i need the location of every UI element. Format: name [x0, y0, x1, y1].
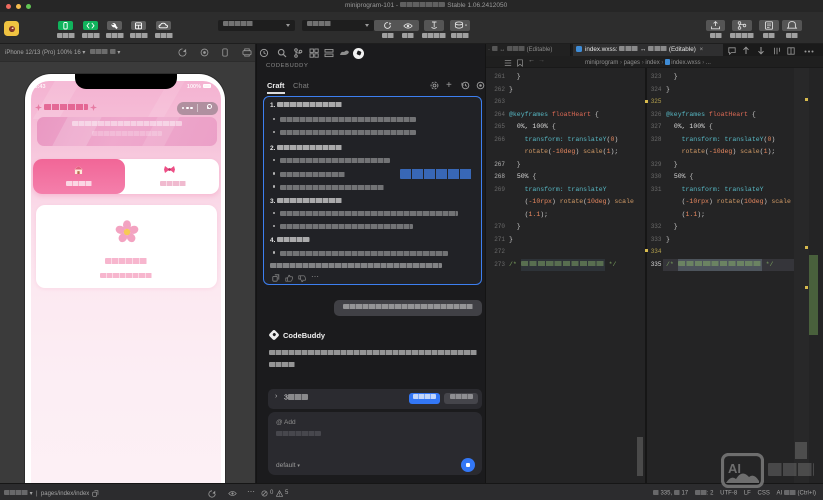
svg-text:AI: AI: [728, 461, 741, 476]
